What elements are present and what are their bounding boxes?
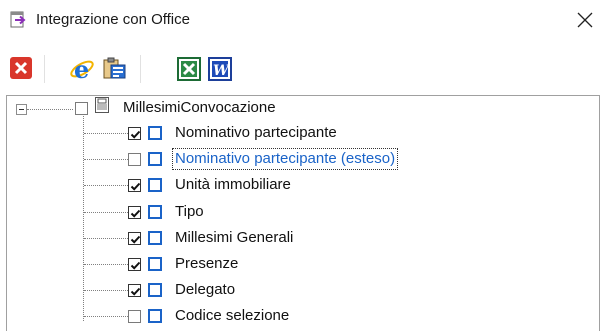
svg-text:e: e	[74, 56, 89, 82]
excel-button[interactable]	[176, 56, 202, 82]
office-integration-dialog: Integrazione con Office e W MillesimiCon…	[0, 0, 608, 331]
check-icon	[130, 182, 141, 191]
field-label[interactable]: Codice selezione	[175, 306, 289, 326]
field-square-icon	[148, 231, 162, 245]
field-checkbox[interactable]	[128, 206, 141, 219]
collapse-toggle[interactable]	[16, 104, 27, 115]
field-square-icon	[148, 152, 162, 166]
field-label[interactable]: Nominativo partecipante	[175, 123, 337, 143]
internet-explorer-button[interactable]: e	[69, 56, 95, 82]
field-square-icon	[148, 309, 162, 323]
check-icon	[130, 130, 141, 139]
field-square-icon	[148, 257, 162, 271]
field-checkbox[interactable]	[128, 127, 141, 140]
check-icon	[130, 261, 141, 270]
word-button[interactable]: W	[207, 56, 233, 82]
svg-text:W: W	[213, 63, 230, 79]
table-icon	[95, 97, 109, 113]
export-arrow-icon	[10, 11, 28, 29]
root-label: MillesimiConvocazione	[123, 99, 276, 116]
clipboard-copy-icon	[103, 57, 126, 79]
field-square-icon	[148, 283, 162, 297]
window-title: Integrazione con Office	[36, 11, 190, 28]
title-bar: Integrazione con Office	[0, 0, 608, 40]
check-icon	[130, 209, 141, 218]
check-icon	[130, 235, 141, 244]
field-label[interactable]: Unità immobiliare	[175, 175, 291, 195]
field-label[interactable]: Tipo	[175, 202, 204, 222]
toolbar-close-button[interactable]	[9, 56, 35, 82]
copy-clipboard-button[interactable]	[101, 56, 127, 82]
field-checkbox[interactable]	[128, 284, 141, 297]
field-label[interactable]: Delegato	[175, 280, 235, 300]
field-square-icon	[148, 205, 162, 219]
root-checkbox[interactable]	[75, 102, 88, 115]
field-label[interactable]: Nominativo partecipante (esteso)	[171, 148, 399, 170]
field-checkbox[interactable]	[128, 232, 141, 245]
field-label[interactable]: Presenze	[175, 254, 238, 274]
toolbar: e W	[0, 50, 608, 90]
close-icon	[577, 12, 593, 28]
field-tree: MillesimiConvocazione Nominativo parteci…	[6, 95, 600, 331]
field-checkbox[interactable]	[128, 310, 141, 323]
field-square-icon	[148, 178, 162, 192]
internet-explorer-icon: e	[70, 56, 94, 82]
field-checkbox[interactable]	[128, 258, 141, 271]
field-label[interactable]: Millesimi Generali	[175, 228, 293, 248]
toolbar-separator	[140, 55, 141, 83]
word-icon: W	[208, 57, 232, 81]
field-square-icon	[148, 126, 162, 140]
field-checkbox[interactable]	[128, 179, 141, 192]
red-x-icon	[10, 57, 32, 79]
check-icon	[130, 287, 141, 296]
window-close-button[interactable]	[562, 0, 608, 40]
toolbar-separator	[44, 55, 45, 83]
field-checkbox[interactable]	[128, 153, 141, 166]
excel-icon	[177, 57, 201, 81]
